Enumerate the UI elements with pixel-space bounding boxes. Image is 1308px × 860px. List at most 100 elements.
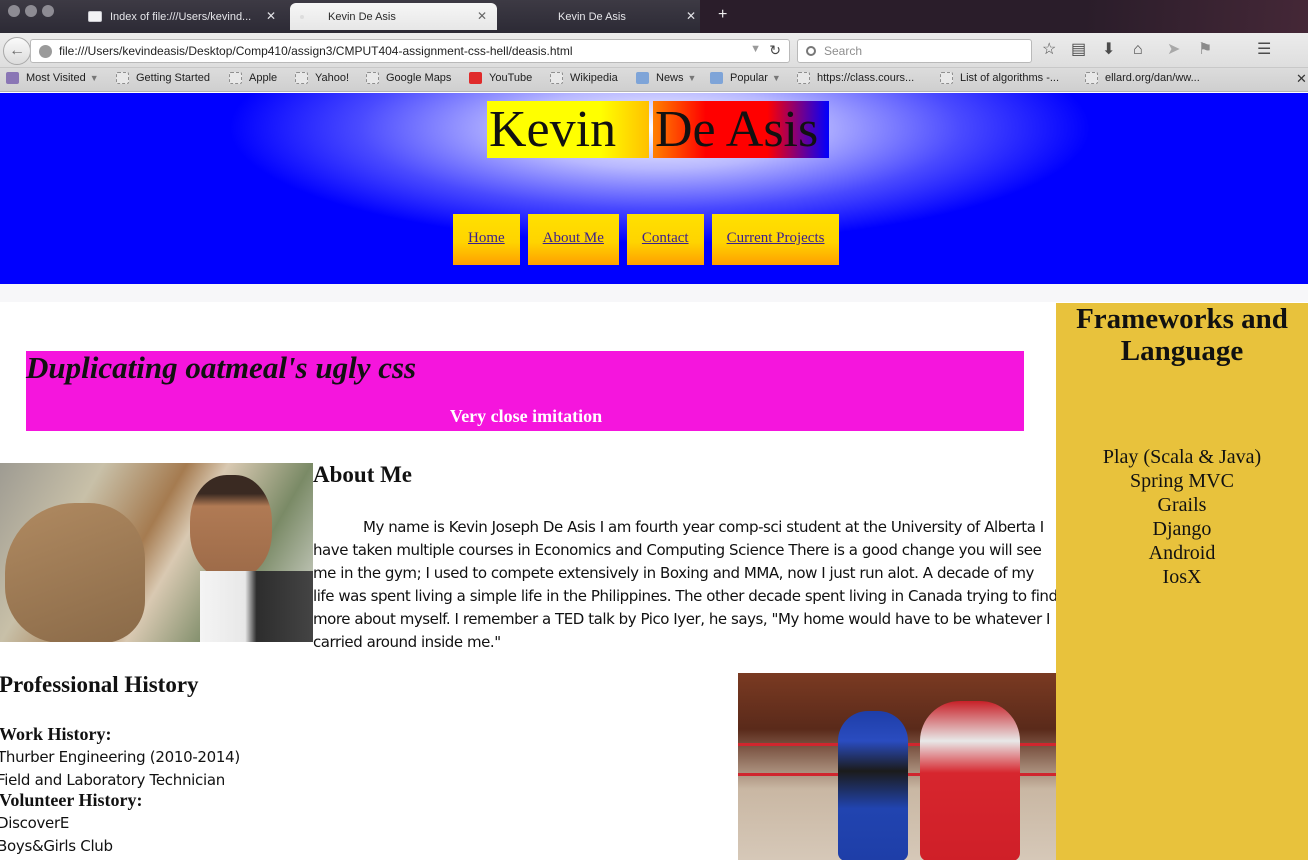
bookmark-label: Apple — [249, 72, 278, 84]
list-item: Grails — [1157, 494, 1207, 516]
extension-icon[interactable]: ⚑ — [1198, 42, 1212, 58]
frameworks-list: Play (Scala & Java) Spring MVC Grails Dj… — [1056, 445, 1308, 589]
bookmark-label: Most Visited — [26, 72, 86, 84]
chevron-down-icon: ▼ — [89, 73, 99, 83]
tab-index[interactable]: Index of file:///Users/kevind... ✕ — [78, 3, 286, 30]
work-item: Thurber Engineering (2010-2014) — [0, 748, 240, 766]
boxing-photo — [738, 673, 1056, 860]
url-bar[interactable]: file:///Users/kevindeasis/Desktop/Comp41… — [30, 39, 790, 63]
bookmark-label: Yahoo! — [315, 72, 350, 84]
shirt-shape — [200, 571, 313, 642]
face-shape — [190, 475, 272, 579]
page-icon — [1085, 72, 1098, 84]
list-item: IosX — [1162, 566, 1202, 588]
bookmark-ellard[interactable]: ellard.org/dan/ww... — [1085, 72, 1200, 84]
chevron-down-icon: ▼ — [687, 73, 697, 83]
bookmark-label: ellard.org/dan/ww... — [1105, 72, 1200, 84]
page-icon — [88, 11, 102, 22]
bookmark-news[interactable]: News ▼ — [636, 72, 696, 84]
list-item: Spring MVC — [1130, 470, 1234, 492]
tab-kevin-de-asis[interactable]: Kevin De Asis ✕ — [500, 3, 706, 30]
bookmark-yahoo[interactable]: Yahoo! — [295, 72, 349, 84]
minimize-window-button[interactable] — [25, 5, 37, 17]
bookmark-star-icon[interactable]: ☆ — [1042, 42, 1056, 58]
volunteer-item: DiscoverE — [0, 814, 70, 832]
close-window-button[interactable] — [8, 5, 20, 17]
bookmark-label: Google Maps — [386, 72, 452, 84]
list-item: Play (Scala & Java) — [1102, 446, 1262, 468]
bookmarks-toolbar: Most Visited ▼ Getting Started Apple Yaho… — [0, 68, 1308, 92]
banner-title: Duplicating oatmeal's ugly css — [26, 350, 417, 385]
theme-background — [700, 0, 1308, 33]
frameworks-sidebar: Frameworks and Language Play (Scala & Ja… — [1056, 303, 1308, 860]
back-button[interactable]: ← — [3, 37, 31, 65]
close-tab-icon[interactable]: ✕ — [266, 9, 276, 23]
work-history-heading: Work History: — [0, 724, 112, 744]
tab-kevin-de-asis-active[interactable]: Kevin De Asis ✕ — [290, 3, 497, 30]
nav-contact-link[interactable]: Contact — [626, 214, 704, 265]
bookmark-youtube[interactable]: YouTube — [469, 72, 532, 84]
url-text: file:///Users/kevindeasis/Desktop/Comp41… — [59, 44, 573, 58]
work-item: Field and Laboratory Technician — [0, 771, 225, 789]
site-nav: Home About Me Contact Current Projects — [453, 214, 847, 265]
page-icon — [116, 72, 129, 84]
page-icon — [366, 72, 379, 84]
professional-heading: Professional History — [0, 672, 199, 697]
page-icon — [940, 72, 953, 84]
name-first: Kevin — [487, 101, 649, 158]
page-icon — [550, 72, 563, 84]
bookmark-algorithms[interactable]: List of algorithms -... — [940, 72, 1059, 84]
bookmark-label: YouTube — [489, 72, 533, 84]
nav-projects-link[interactable]: Current Projects — [711, 214, 840, 265]
navigation-toolbar: ← file:///Users/kevindeasis/Desktop/Comp… — [0, 33, 1308, 68]
zoom-window-button[interactable] — [42, 5, 54, 17]
bookmark-label: Getting Started — [136, 72, 210, 84]
close-tab-icon[interactable]: ✕ — [477, 9, 487, 23]
search-input[interactable]: Search — [797, 39, 1032, 63]
downloads-icon[interactable]: ⬇ — [1102, 42, 1115, 58]
tab-label: Index of file:///Users/kevind... — [110, 10, 252, 23]
nav-about-link[interactable]: About Me — [527, 214, 619, 265]
site-header: Kevin De Asis Home About Me Contact Curr… — [0, 93, 1308, 284]
globe-icon — [39, 44, 52, 58]
reload-icon[interactable]: ↻ — [769, 42, 781, 59]
bookmark-label: https://class.cours... — [817, 72, 915, 84]
nav-home-link[interactable]: Home — [453, 214, 520, 265]
bookmark-getting-started[interactable]: Getting Started — [116, 72, 210, 84]
folder-icon — [710, 72, 723, 84]
profile-photo — [0, 463, 313, 642]
sidebar-heading: Frameworks and Language — [1076, 303, 1288, 367]
bookmark-most-visited[interactable]: Most Visited ▼ — [6, 72, 99, 84]
bookmarks-overflow-icon[interactable]: ✕ — [1296, 71, 1307, 87]
list-item: Django — [1152, 518, 1212, 540]
close-tab-icon[interactable]: ✕ — [686, 9, 696, 23]
url-history-dropdown-icon[interactable]: ▼ — [750, 43, 761, 55]
page-icon — [797, 72, 810, 84]
bookmark-google-maps[interactable]: Google Maps — [366, 72, 451, 84]
bookmark-label: Popular — [730, 72, 768, 84]
banner: Duplicating oatmeal's ugly css Very clos… — [26, 351, 1024, 431]
web-page: Kevin De Asis Home About Me Contact Curr… — [0, 93, 1308, 860]
tab-label: Kevin De Asis — [328, 10, 396, 23]
youtube-icon — [469, 72, 482, 84]
bookmark-coursera[interactable]: https://class.cours... — [797, 72, 914, 84]
folder-icon — [636, 72, 649, 84]
site-title: Kevin De Asis — [487, 101, 829, 158]
new-tab-icon[interactable]: + — [718, 6, 727, 24]
menu-icon[interactable]: ☰ — [1257, 42, 1271, 58]
page-icon — [229, 72, 242, 84]
list-item: Android — [1148, 542, 1216, 564]
share-icon[interactable]: ➤ — [1167, 42, 1180, 58]
reading-list-icon[interactable]: ▤ — [1071, 42, 1086, 58]
boxer-red — [920, 701, 1020, 860]
home-icon[interactable]: ⌂ — [1133, 42, 1143, 58]
bookmark-wikipedia[interactable]: Wikipedia — [550, 72, 618, 84]
tab-strip: Index of file:///Users/kevind... ✕ Kevin… — [0, 0, 1308, 33]
bookmark-apple[interactable]: Apple — [229, 72, 277, 84]
bookmark-popular[interactable]: Popular ▼ — [710, 72, 781, 84]
volunteer-item: Boys&Girls Club — [0, 837, 113, 855]
header-divider — [0, 284, 1308, 302]
loading-icon — [300, 14, 304, 19]
bookmark-label: List of algorithms -... — [960, 72, 1060, 84]
bookmark-label: Wikipedia — [570, 72, 618, 84]
